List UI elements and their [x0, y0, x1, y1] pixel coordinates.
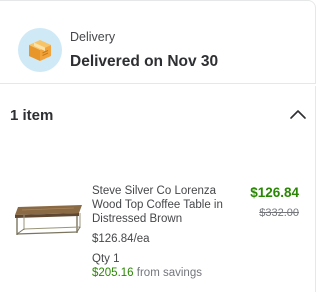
items-section: 1 item Steve Silver Co Lorenza Wood Top … — [0, 86, 316, 292]
savings-amount: $205.16 — [92, 267, 134, 279]
original-price: $332.00 — [259, 207, 299, 219]
delivery-card: Delivery Delivered on Nov 30 — [0, 0, 316, 84]
product-thumbnail[interactable] — [12, 202, 84, 238]
product-name-link[interactable]: Steve Silver Co Lorenza Wood Top Coffee … — [92, 184, 224, 226]
order-details-panel: Delivery Delivered on Nov 30 1 item Stev… — [0, 0, 320, 292]
delivery-badge — [18, 28, 62, 72]
delivery-status: Delivered on Nov 30 — [70, 53, 219, 70]
current-price: $126.84 — [250, 185, 299, 200]
collapse-items-button[interactable] — [288, 106, 308, 122]
items-count: 1 item — [10, 107, 54, 124]
savings-text: from savings — [136, 267, 202, 279]
unit-price: $126.84/ea — [92, 233, 150, 245]
package-box-icon — [29, 40, 51, 61]
quantity-label: Qty 1 — [92, 253, 120, 265]
savings-line: $205.16 from savings — [92, 267, 202, 279]
chevron-up-icon — [290, 110, 306, 119]
delivery-label: Delivery — [70, 30, 116, 44]
